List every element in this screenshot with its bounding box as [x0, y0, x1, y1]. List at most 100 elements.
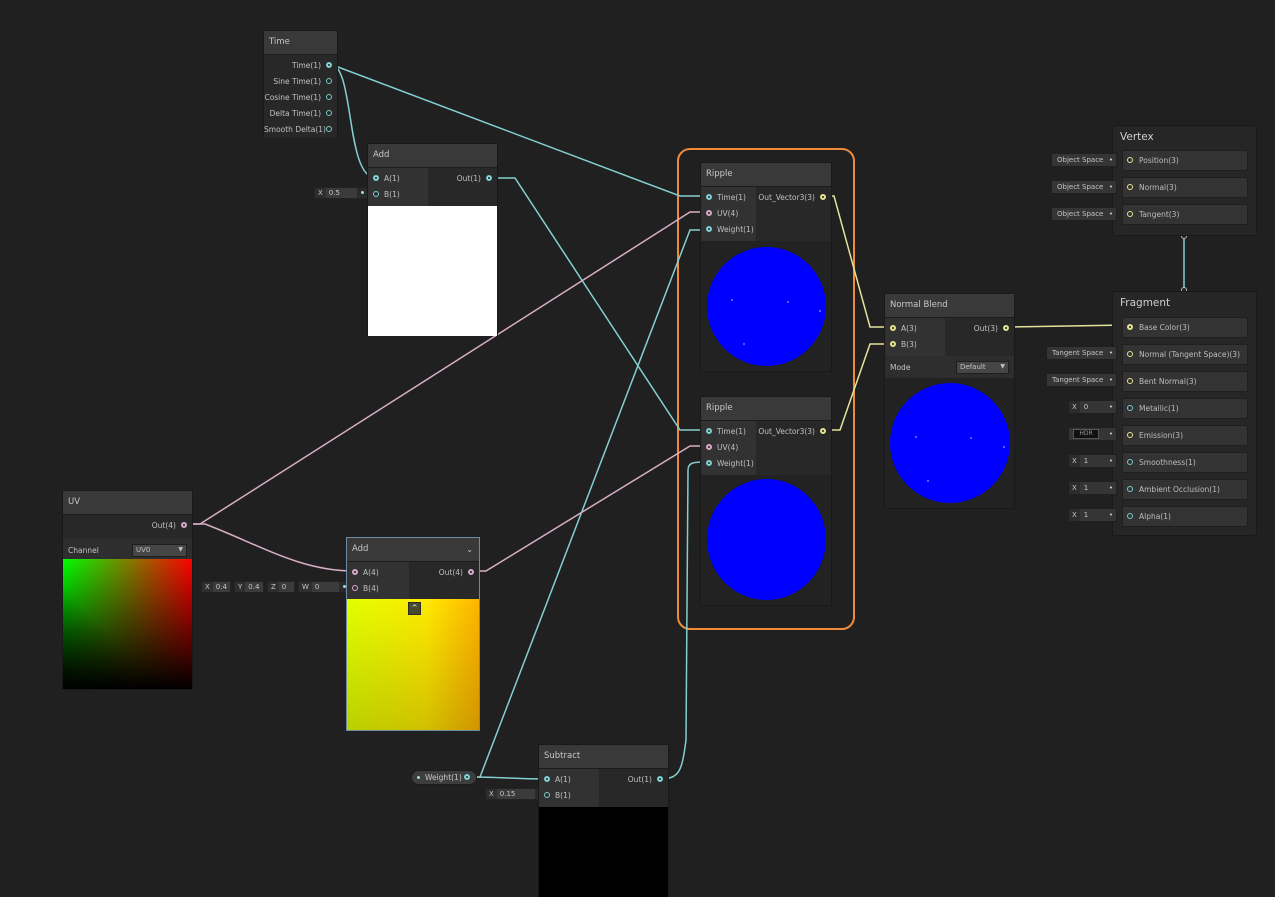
b-field-x[interactable]: X 0.4 — [201, 581, 231, 593]
normal-blend-node[interactable]: Normal Blend A(3) B(3) Out(3) Mode Defau… — [884, 293, 1015, 509]
add-node-top[interactable]: Add A(1) B(1) Out(1) — [367, 143, 498, 336]
port-connector-icon[interactable] — [1127, 184, 1133, 190]
ripple-node-bottom[interactable]: Ripple Time(1) UV(4) Weight(1) Out_Vecto… — [700, 396, 832, 606]
channel-dropdown[interactable]: UV0 ▼ — [132, 543, 187, 557]
port-connector-icon[interactable] — [820, 428, 826, 434]
port-connector-icon[interactable] — [352, 585, 358, 591]
fragment-block-normal[interactable]: Normal (Tangent Space)(3) — [1122, 344, 1248, 365]
input-port-time[interactable]: Time(1) — [701, 424, 756, 440]
input-port-time[interactable]: Time(1) — [701, 190, 756, 206]
fragment-block-alpha[interactable]: Alpha(1) — [1122, 506, 1248, 527]
node-title[interactable]: UV — [63, 491, 192, 515]
input-port-a[interactable]: A(4) — [347, 565, 409, 581]
vertex-block-normal[interactable]: Normal(3) — [1122, 177, 1248, 198]
fragment-context[interactable]: Fragment Base Color(3) Normal (Tangent S… — [1112, 291, 1257, 536]
fragment-block-emission[interactable]: Emission(3) — [1122, 425, 1248, 446]
output-port-smooth-delta[interactable]: Smooth Delta(1) — [264, 122, 337, 138]
node-title[interactable]: Ripple — [701, 163, 831, 187]
port-connector-icon[interactable] — [326, 78, 332, 84]
fragment-block-smoothness[interactable]: Smoothness(1) — [1122, 452, 1248, 473]
vertex-block-tangent[interactable]: Tangent(3) — [1122, 204, 1248, 225]
port-connector-icon[interactable] — [1127, 432, 1133, 438]
port-connector-icon[interactable] — [706, 194, 712, 200]
collapse-preview-icon[interactable]: ^ — [408, 602, 421, 615]
output-port-delta-time[interactable]: Delta Time(1) — [264, 106, 337, 122]
port-connector-icon[interactable] — [326, 94, 332, 100]
vertex-position-space[interactable]: Object Space • — [1051, 153, 1117, 167]
ripple-node-top[interactable]: Ripple Time(1) UV(4) Weight(1) Out_Vecto… — [700, 162, 832, 372]
vertex-tangent-space[interactable]: Object Space • — [1051, 207, 1117, 221]
node-title[interactable]: Subtract — [539, 745, 668, 769]
output-port-out[interactable]: Out(4) — [409, 565, 479, 581]
port-connector-icon[interactable] — [706, 210, 712, 216]
output-port-out[interactable]: Out(1) — [599, 772, 668, 788]
node-title[interactable]: Time — [264, 31, 337, 55]
mode-dropdown[interactable]: Default ▼ — [956, 360, 1009, 374]
node-title[interactable]: Ripple — [701, 397, 831, 421]
node-title[interactable]: Add ⌄ — [347, 538, 479, 562]
port-connector-icon[interactable] — [1003, 325, 1009, 331]
port-connector-icon[interactable] — [1127, 324, 1133, 330]
port-connector-icon[interactable] — [373, 175, 379, 181]
hdr-color-swatch[interactable]: HDR — [1073, 429, 1099, 439]
subtract-node[interactable]: Subtract A(1) B(1) Out(1) — [538, 744, 669, 897]
output-port-out[interactable]: Out(1) — [428, 171, 497, 187]
vertex-context[interactable]: Vertex Position(3) Normal(3) Tangent(3) — [1112, 125, 1257, 236]
input-port-a[interactable]: A(3) — [885, 321, 945, 337]
fragment-bent-normal-space[interactable]: Tangent Space • — [1046, 373, 1117, 387]
weight-property-node[interactable]: Weight(1) — [411, 770, 477, 785]
input-port-b[interactable]: B(4) — [347, 581, 409, 597]
port-connector-icon[interactable] — [706, 444, 712, 450]
port-connector-icon[interactable] — [486, 175, 492, 181]
input-port-b[interactable]: B(1) — [539, 788, 599, 804]
vertex-normal-space[interactable]: Object Space • — [1051, 180, 1117, 194]
fragment-block-ambient-occlusion[interactable]: Ambient Occlusion(1) — [1122, 479, 1248, 500]
input-port-weight[interactable]: Weight(1) — [701, 456, 756, 472]
time-node[interactable]: Time Time(1) Sine Time(1) Cosine Time(1)… — [263, 30, 338, 138]
fragment-ambient-occlusion-field[interactable]: X 1 • — [1068, 481, 1117, 495]
fragment-block-base-color[interactable]: Base Color(3) — [1122, 317, 1248, 338]
port-connector-icon[interactable] — [373, 191, 379, 197]
b-field-z[interactable]: Z0 — [267, 581, 295, 593]
uv-node[interactable]: UV Out(4) Channel UV0 ▼ — [62, 490, 193, 690]
port-connector-icon[interactable] — [544, 776, 550, 782]
port-connector-icon[interactable] — [1127, 513, 1133, 519]
port-connector-icon[interactable] — [1127, 486, 1133, 492]
vertex-block-position[interactable]: Position(3) — [1122, 150, 1248, 171]
port-connector-icon[interactable] — [890, 325, 896, 331]
add-node-mid[interactable]: Add ⌄ A(4) B(4) Out(4) ^ — [346, 537, 480, 731]
add-top-b-field[interactable]: X 0.5 — [314, 187, 370, 199]
b-field-y[interactable]: Y 0.4 — [234, 581, 264, 593]
port-connector-icon[interactable] — [657, 776, 663, 782]
input-port-a[interactable]: A(1) — [368, 171, 428, 187]
output-port-time[interactable]: Time(1) — [264, 58, 337, 74]
input-port-uv[interactable]: UV(4) — [701, 206, 756, 222]
port-connector-icon[interactable] — [820, 194, 826, 200]
fragment-smoothness-field[interactable]: X 1 • — [1068, 454, 1117, 468]
port-connector-icon[interactable] — [1127, 459, 1133, 465]
output-port-out[interactable]: Out(3) — [945, 321, 1014, 337]
port-connector-icon[interactable] — [464, 774, 470, 780]
input-port-a[interactable]: A(1) — [539, 772, 599, 788]
output-port-out[interactable]: Out(4) — [63, 518, 192, 534]
port-connector-icon[interactable] — [326, 110, 332, 116]
port-connector-icon[interactable] — [326, 62, 332, 68]
fragment-emission-field[interactable]: HDR • — [1068, 427, 1117, 441]
port-connector-icon[interactable] — [352, 569, 358, 575]
input-port-b[interactable]: B(1) — [368, 187, 428, 203]
node-title[interactable]: Normal Blend — [885, 294, 1014, 318]
input-port-uv[interactable]: UV(4) — [701, 440, 756, 456]
fragment-block-bent-normal[interactable]: Bent Normal(3) — [1122, 371, 1248, 392]
input-port-weight[interactable]: Weight(1) — [701, 222, 756, 238]
output-port-cosine-time[interactable]: Cosine Time(1) — [264, 90, 337, 106]
b-field-w[interactable]: W0 — [298, 581, 352, 593]
input-port-b[interactable]: B(3) — [885, 337, 945, 353]
port-connector-icon[interactable] — [890, 341, 896, 347]
port-connector-icon[interactable] — [181, 522, 187, 528]
output-port-sine-time[interactable]: Sine Time(1) — [264, 74, 337, 90]
output-port-out-vector3[interactable]: Out_Vector3(3) — [756, 190, 831, 206]
port-connector-icon[interactable] — [544, 792, 550, 798]
node-title[interactable]: Add — [368, 144, 497, 168]
port-connector-icon[interactable] — [468, 569, 474, 575]
port-connector-icon[interactable] — [1127, 211, 1133, 217]
